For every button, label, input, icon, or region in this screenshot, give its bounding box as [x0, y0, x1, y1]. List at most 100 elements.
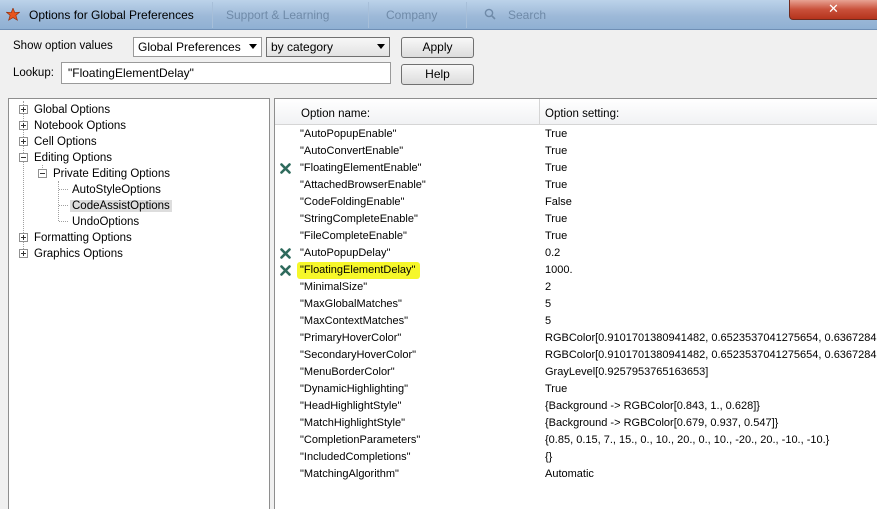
- option-setting[interactable]: RGBColor[0.9101701380941482, 0.652353704…: [545, 349, 877, 361]
- scope-select[interactable]: Global Preferences: [133, 37, 262, 57]
- lookup-input[interactable]: "FloatingElementDelay": [61, 62, 391, 84]
- mathematica-star-icon: [6, 8, 20, 21]
- column-divider[interactable]: [539, 99, 540, 125]
- option-setting[interactable]: True: [545, 230, 567, 242]
- table-row[interactable]: "CompletionParameters" {0.85, 0.15, 7., 1…: [275, 432, 877, 449]
- tree-item-autostyleoptions[interactable]: AutoStyleOptions: [72, 182, 161, 198]
- table-row[interactable]: "AutoConvertEnable" True: [275, 143, 877, 160]
- option-name: "CompletionParameters": [300, 434, 421, 446]
- expand-plus-icon[interactable]: [19, 233, 28, 242]
- option-setting[interactable]: {0.85, 0.15, 7., 15., 0., 10., 20., 0., …: [545, 434, 829, 446]
- table-row[interactable]: "AutoPopupEnable" True: [275, 126, 877, 143]
- table-row[interactable]: "AttachedBrowserEnable" True: [275, 177, 877, 194]
- show-option-values-label: Show option values: [13, 40, 113, 52]
- column-header-option-name[interactable]: Option name:: [301, 108, 370, 120]
- option-setting[interactable]: 5: [545, 298, 551, 310]
- expand-plus-icon[interactable]: [19, 249, 28, 258]
- option-setting[interactable]: True: [545, 145, 567, 157]
- title-bar[interactable]: Options for Global Preferences Support &…: [0, 0, 877, 30]
- option-setting[interactable]: {Background -> RGBColor[0.843, 1., 0.628…: [545, 400, 760, 412]
- reset-x-icon[interactable]: [280, 248, 291, 259]
- lookup-label: Lookup:: [13, 67, 54, 79]
- tree-item-undooptions[interactable]: UndoOptions: [72, 214, 139, 230]
- collapse-minus-icon[interactable]: [38, 169, 47, 178]
- option-setting[interactable]: 5: [545, 315, 551, 327]
- option-setting[interactable]: 0.2: [545, 247, 560, 259]
- column-header-option-setting[interactable]: Option setting:: [545, 108, 619, 120]
- tree-item-label: CodeAssistOptions: [70, 200, 172, 212]
- options-table[interactable]: Option name: Option setting: "AutoPopupE…: [274, 98, 877, 509]
- close-icon: ✕: [828, 2, 839, 17]
- help-button[interactable]: Help: [401, 64, 474, 85]
- option-name: "AutoConvertEnable": [300, 145, 404, 157]
- option-setting[interactable]: True: [545, 383, 567, 395]
- table-row[interactable]: "FloatingElementDelay" 1000.: [275, 262, 877, 279]
- option-name: "MatchHighlightStyle": [300, 417, 406, 429]
- option-name: "PrimaryHoverColor": [300, 332, 402, 344]
- search-icon: [484, 8, 496, 20]
- option-setting[interactable]: True: [545, 213, 567, 225]
- reset-x-icon[interactable]: [280, 163, 291, 174]
- option-name: "FileCompleteEnable": [300, 230, 407, 242]
- option-setting[interactable]: RGBColor[0.9101701380941482, 0.652353704…: [545, 332, 877, 344]
- chevron-down-icon: [377, 44, 385, 49]
- title-separator: [368, 2, 369, 28]
- option-setting[interactable]: 1000.: [545, 264, 573, 276]
- option-setting[interactable]: Automatic: [545, 468, 594, 480]
- expand-plus-icon[interactable]: [19, 121, 28, 130]
- table-row[interactable]: "HeadHighlightStyle" {Background -> RGBCo…: [275, 398, 877, 415]
- option-name: "AttachedBrowserEnable": [300, 179, 426, 191]
- close-button[interactable]: ✕: [789, 0, 877, 20]
- table-row[interactable]: "MatchHighlightStyle" {Background -> RGBC…: [275, 415, 877, 432]
- option-name: "AutoPopupDelay": [300, 247, 391, 259]
- tree-item-label: Private Editing Options: [53, 168, 170, 180]
- option-setting[interactable]: True: [545, 162, 567, 174]
- option-setting[interactable]: GrayLevel[0.9257953765163653]: [545, 366, 708, 378]
- table-row[interactable]: "AutoPopupDelay" 0.2: [275, 245, 877, 262]
- option-name: "SecondaryHoverColor": [300, 349, 417, 361]
- option-controls: Show option values Global Preferences by…: [0, 31, 877, 93]
- tree-item-codeassistoptions[interactable]: CodeAssistOptions: [70, 198, 172, 214]
- expand-plus-icon[interactable]: [19, 105, 28, 114]
- table-row[interactable]: "MinimalSize" 2: [275, 279, 877, 296]
- option-setting[interactable]: False: [545, 196, 572, 208]
- scope-select-value: Global Preferences: [138, 40, 241, 54]
- title-separator: [466, 2, 467, 28]
- table-row[interactable]: "CodeFoldingEnable" False: [275, 194, 877, 211]
- table-row[interactable]: "FileCompleteEnable" True: [275, 228, 877, 245]
- option-setting[interactable]: True: [545, 128, 567, 140]
- table-row[interactable]: "MaxGlobalMatches" 5: [275, 296, 877, 313]
- option-name: "MinimalSize": [300, 281, 368, 293]
- option-name: "FloatingElementDelay": [300, 264, 416, 276]
- background-search: Search: [508, 8, 547, 22]
- table-row[interactable]: "MatchingAlgorithm" Automatic: [275, 466, 877, 483]
- table-row[interactable]: "DynamicHighlighting" True: [275, 381, 877, 398]
- expand-plus-icon[interactable]: [19, 137, 28, 146]
- collapse-minus-icon[interactable]: [19, 153, 28, 162]
- option-name: "MaxGlobalMatches": [300, 298, 402, 310]
- reset-x-icon[interactable]: [280, 265, 291, 276]
- option-setting[interactable]: True: [545, 179, 567, 191]
- view-select[interactable]: by category: [266, 37, 390, 57]
- title-separator: [212, 2, 213, 28]
- table-row[interactable]: "FloatingElementEnable" True: [275, 160, 877, 177]
- table-row[interactable]: "StringCompleteEnable" True: [275, 211, 877, 228]
- option-name: "MenuBorderColor": [300, 366, 395, 378]
- table-row[interactable]: "MenuBorderColor" GrayLevel[0.92579537651…: [275, 364, 877, 381]
- table-row[interactable]: "PrimaryHoverColor" RGBColor[0.9101701380…: [275, 330, 877, 347]
- background-tab-company: Company: [386, 8, 438, 22]
- tree-item-label: Global Options: [34, 104, 111, 116]
- table-row[interactable]: "IncludedCompletions" {}: [275, 449, 877, 466]
- table-row[interactable]: "SecondaryHoverColor" RGBColor[0.91017013…: [275, 347, 877, 364]
- tree-item-label: Formatting Options: [34, 232, 132, 244]
- apply-button[interactable]: Apply: [401, 37, 474, 58]
- window-title: Options for Global Preferences: [29, 8, 194, 22]
- option-name: "MaxContextMatches": [300, 315, 409, 327]
- option-name: "StringCompleteEnable": [300, 213, 418, 225]
- option-setting[interactable]: {Background -> RGBColor[0.679, 0.937, 0.…: [545, 417, 778, 429]
- table-row[interactable]: "MaxContextMatches" 5: [275, 313, 877, 330]
- category-tree[interactable]: Global Options Notebook Options Cell Opt…: [8, 98, 270, 509]
- tree-item-label: AutoStyleOptions: [72, 184, 161, 196]
- option-setting[interactable]: 2: [545, 281, 551, 293]
- option-setting[interactable]: {}: [545, 451, 552, 463]
